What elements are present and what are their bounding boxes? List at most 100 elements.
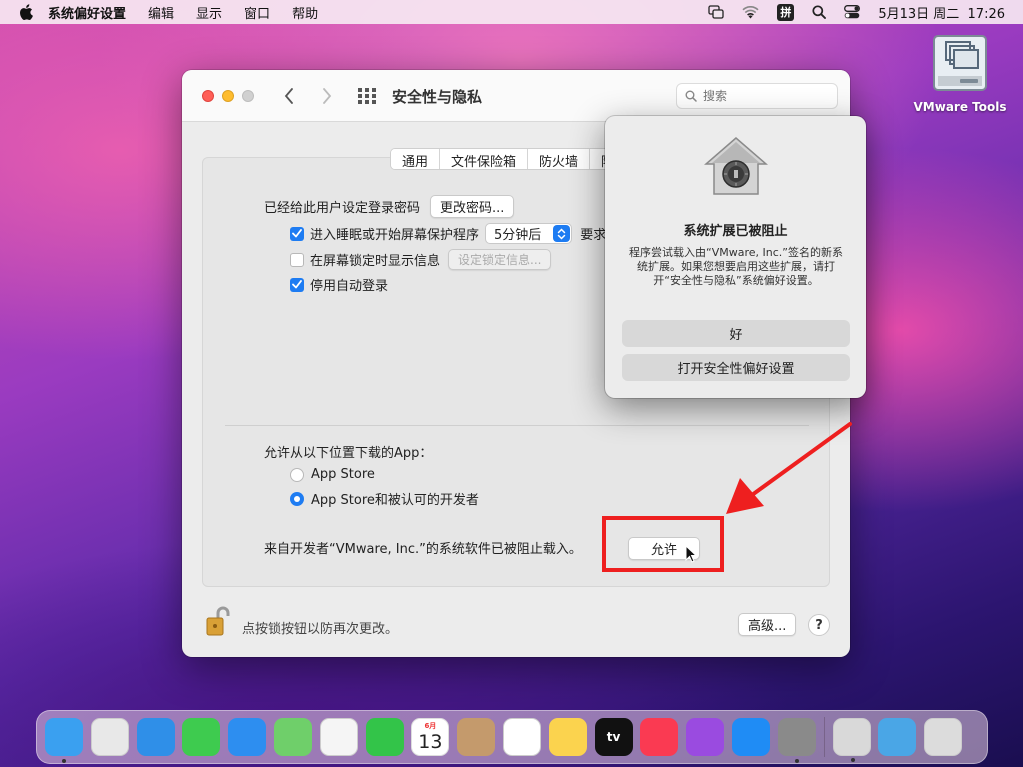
alert-title: 系统扩展已被阻止 — [683, 224, 788, 239]
auto-login-checkbox[interactable] — [290, 277, 304, 292]
lock-message-row: 在屏幕锁定时显示信息 设定锁定信息... — [290, 249, 552, 270]
open-security-prefs-button[interactable]: 打开安全性偏好设置 — [622, 354, 850, 381]
disk-image-icon — [930, 32, 990, 94]
dock-safari-icon[interactable] — [136, 718, 175, 756]
menu-bar: 系统偏好设置 编辑 显示 窗口 帮助 拼 5月13日 周二 17:26 — [0, 0, 1023, 24]
radio-identified-label: App Store和被认可的开发者 — [311, 493, 479, 508]
menu-app-name[interactable]: 系统偏好设置 — [48, 3, 126, 22]
minimize-button[interactable] — [222, 90, 234, 102]
checkmark-icon — [292, 229, 302, 238]
chevron-left-icon — [284, 88, 293, 104]
alert-message: 程序尝试载入由“VMware, Inc.”签名的新系统扩展。如果您想要启用这些扩… — [629, 246, 843, 287]
desktop-icon-label: VMware Tools — [913, 100, 1007, 114]
input-method-icon[interactable]: 拼 — [777, 3, 795, 21]
radio-app-store[interactable]: App Store — [290, 467, 375, 482]
blocked-message: 来自开发者“VMware, Inc.”的系统软件已被阻止载入。 — [264, 538, 582, 557]
tv-label: tv — [606, 730, 621, 744]
select-arrows-icon — [553, 225, 571, 242]
dock-messages-icon[interactable] — [182, 718, 221, 756]
unlocked-padlock-icon[interactable] — [206, 606, 230, 642]
dock-installer-icon[interactable] — [832, 718, 871, 762]
help-button[interactable]: ? — [808, 614, 830, 636]
auto-login-row: 停用自动登录 — [290, 275, 388, 294]
download-heading-text: 允许从以下位置下载的App： — [264, 446, 433, 461]
dock-launchpad-icon[interactable] — [90, 718, 129, 756]
auto-login-label: 停用自动登录 — [310, 279, 389, 294]
security-house-lock-icon — [703, 136, 769, 196]
checkmark-icon — [292, 280, 302, 289]
dock-downloads-folder-icon[interactable] — [878, 718, 917, 756]
dock-separator — [823, 717, 825, 757]
menu-clock[interactable]: 5月13日 周二 17:26 — [878, 3, 1005, 22]
require-suffix: 要求 — [580, 228, 607, 243]
red-annotation-arrow — [726, 422, 852, 514]
dock-music-icon[interactable] — [640, 718, 679, 756]
window-titlebar: 安全性与隐私 — [182, 70, 850, 122]
window-title: 安全性与隐私 — [392, 88, 483, 106]
dock-tv-icon[interactable]: tv — [594, 718, 633, 756]
zoom-button[interactable] — [242, 90, 254, 102]
close-button[interactable] — [202, 90, 214, 102]
radio-button[interactable] — [290, 467, 304, 482]
require-password-checkbox[interactable] — [290, 226, 304, 241]
tab-bar: 通用 文件保险箱 防火墙 隐私 — [390, 148, 641, 170]
back-button[interactable] — [279, 84, 299, 108]
menu-edit[interactable]: 编辑 — [148, 3, 174, 22]
tab-firewall[interactable]: 防火墙 — [528, 149, 591, 169]
radio-identified-developers[interactable]: App Store和被认可的开发者 — [290, 489, 479, 508]
dock-maps-icon[interactable] — [273, 718, 312, 756]
search-icon — [685, 90, 697, 102]
dock-app-store-icon[interactable] — [731, 718, 770, 756]
wifi-icon[interactable] — [742, 5, 759, 19]
lock-message-label: 在屏幕锁定时显示信息 — [310, 254, 441, 269]
set-lock-message-button[interactable]: 设定锁定信息... — [448, 249, 552, 270]
advanced-button[interactable]: 高级... — [738, 613, 797, 636]
password-row: 已经给此用户设定登录密码 更改密码... — [264, 195, 515, 218]
dock-system-preferences-icon[interactable] — [777, 718, 816, 763]
radio-app-store-label: App Store — [311, 467, 375, 482]
dock-podcasts-icon[interactable] — [686, 718, 725, 756]
forward-button[interactable] — [317, 84, 337, 108]
dock-photos-icon[interactable] — [319, 718, 358, 756]
dock-finder-icon[interactable] — [45, 718, 83, 763]
tab-general[interactable]: 通用 — [391, 149, 441, 169]
ime-label: 拼 — [777, 3, 795, 21]
lock-footer-text: 点按锁按钮以防再次更改。 — [242, 622, 399, 637]
menu-help[interactable]: 帮助 — [292, 3, 318, 22]
dock-trash-icon[interactable] — [924, 718, 963, 756]
desktop-vmware-tools[interactable]: VMware Tools — [912, 32, 1008, 114]
dock: 6月 13 tv — [36, 710, 988, 764]
dock-reminders-icon[interactable] — [502, 718, 541, 756]
download-heading: 允许从以下位置下载的App： — [264, 442, 432, 461]
screen-mirroring-icon[interactable] — [708, 5, 724, 19]
radio-button[interactable] — [290, 491, 304, 506]
require-password-label: 进入睡眠或开始屏幕保护程序 — [310, 228, 480, 243]
chevron-right-icon — [323, 88, 332, 104]
dock-calendar-icon[interactable]: 6月 13 — [411, 718, 450, 756]
password-label: 已经给此用户设定登录密码 — [264, 201, 421, 216]
dock-notes-icon[interactable] — [548, 718, 587, 756]
apple-menu-icon[interactable] — [16, 4, 36, 20]
spotlight-search-icon[interactable] — [812, 5, 827, 19]
alert-ok-button[interactable]: 好 — [622, 320, 850, 347]
search-field[interactable] — [676, 83, 838, 109]
change-password-button[interactable]: 更改密码... — [430, 195, 515, 218]
menu-window[interactable]: 窗口 — [244, 3, 270, 22]
system-extension-blocked-alert: 系统扩展已被阻止 程序尝试载入由“VMware, Inc.”签名的新系统扩展。如… — [605, 116, 866, 398]
dock-mail-icon[interactable] — [228, 718, 267, 756]
control-center-icon[interactable] — [844, 5, 861, 19]
lock-message-checkbox[interactable] — [290, 252, 304, 267]
calendar-month: 6月 — [424, 721, 437, 730]
dock-facetime-icon[interactable] — [365, 718, 404, 756]
menu-view[interactable]: 显示 — [196, 3, 222, 22]
search-input[interactable] — [703, 89, 823, 103]
require-password-row: 进入睡眠或开始屏幕保护程序 5分钟后 要求 — [290, 223, 606, 244]
dock-contacts-icon[interactable] — [457, 718, 496, 756]
delay-select-value: 5分钟后 — [494, 228, 542, 243]
tab-filevault[interactable]: 文件保险箱 — [440, 149, 529, 169]
blocked-message-text: 来自开发者“VMware, Inc.”的系统软件已被阻止载入。 — [264, 542, 582, 557]
calendar-day: 13 — [418, 730, 443, 753]
delay-select[interactable]: 5分钟后 — [485, 223, 573, 244]
window-controls — [202, 90, 254, 102]
show-all-grid-icon[interactable] — [358, 88, 376, 104]
